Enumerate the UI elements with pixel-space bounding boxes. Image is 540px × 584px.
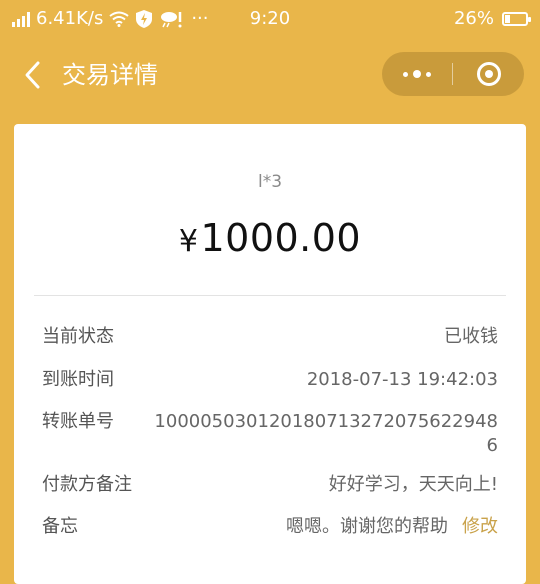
currency-symbol: ¥ [178,224,199,259]
status-right: 26% [453,8,531,29]
close-button[interactable] [454,52,524,96]
battery-percent: 26% [453,8,494,29]
memo-label: 备忘 [42,516,78,537]
status-bar: 6.41K/s ··· 9:20 26% [0,0,540,40]
amount: ¥1000.00 [14,216,526,260]
divider [34,295,506,296]
order-value: 10000503012018071327207562294​86 [154,411,498,456]
transaction-card: l*3 ¥1000.00 当前状态 已收钱 到账时间 2018-07-13 19… [14,124,526,584]
page-title: 交易详情 [62,61,158,89]
payer-note-label: 付款方备注 [42,474,132,495]
more-button[interactable] [382,52,452,96]
more-dots-icon-center [413,70,421,78]
edit-memo-button[interactable]: 修改 [462,516,498,537]
more-dots-icon [403,71,408,77]
nav-bar: 交易详情 [0,40,540,110]
status-value: 已收钱 [444,326,498,347]
payer-note-value: 好好学习，天天向上! [328,474,498,495]
more-dots-icon-right [426,71,431,77]
chevron-left-icon[interactable] [18,58,48,92]
time-value: 2018-07-13 19:42:03 [306,369,498,390]
payee-name: l*3 [257,172,283,192]
time-label: 到账时间 [42,369,114,390]
memo-value: 嗯嗯。谢谢您的帮助 [286,516,448,537]
battery-icon [502,11,531,26]
target-close-icon [477,62,501,86]
capsule-divider [452,63,453,85]
amount-value: 1000.00 [200,216,362,260]
order-label: 转账单号 [42,411,114,432]
status-label: 当前状态 [42,326,114,347]
mini-program-capsule [382,52,524,96]
memo-value-group: 嗯嗯。谢谢您的帮助 修改 [286,515,498,539]
